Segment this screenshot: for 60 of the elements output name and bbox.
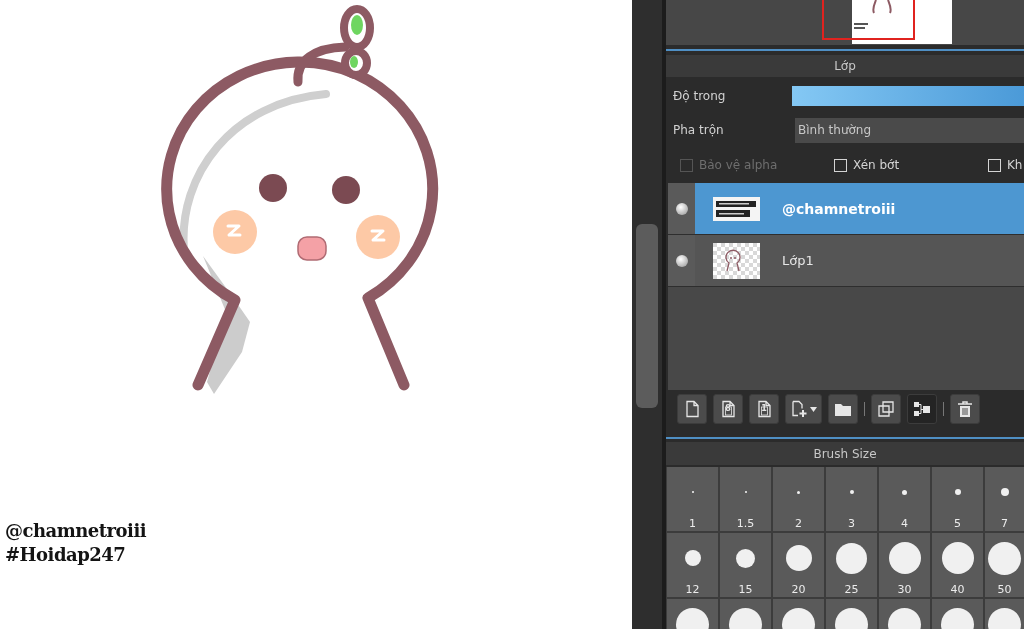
toolbar-button[interactable]	[871, 394, 901, 424]
brush-dot-icon	[902, 489, 907, 495]
blend-label: Pha trộn	[673, 123, 724, 137]
brush-size-preset[interactable]: 50	[985, 533, 1024, 597]
visibility-dot-icon[interactable]	[675, 254, 688, 267]
brush-dot-icon	[849, 490, 854, 494]
brush-size-preset[interactable]: 40	[932, 533, 983, 597]
layer-row[interactable]: Lớp1	[668, 235, 1024, 287]
page-plus-icon	[790, 400, 808, 418]
toolbar-button[interactable]	[907, 394, 937, 424]
brush-dot-icon	[1000, 488, 1009, 496]
brush-size-preset[interactable]: 4	[879, 467, 930, 531]
visibility-dot-icon[interactable]	[675, 202, 688, 215]
duplicate-icon	[877, 400, 895, 418]
caret-icon	[810, 406, 817, 412]
checkbox-label: Kh	[1007, 158, 1023, 172]
scrollbar-thumb[interactable]	[636, 224, 658, 408]
viewport-frame[interactable]	[822, 0, 915, 40]
brush-size-preset[interactable]: 15	[720, 533, 771, 597]
toolbar-button[interactable]: 8	[713, 394, 743, 424]
brush-dot-icon	[736, 548, 755, 568]
page-icon	[719, 400, 737, 418]
checkbox-label: Xén bớt	[853, 158, 900, 172]
merge-icon	[913, 400, 931, 418]
brush-size-preset[interactable]: 7	[985, 467, 1024, 531]
trash-icon	[956, 400, 974, 418]
brush-size-preset[interactable]: 1	[667, 467, 718, 531]
page-icon	[755, 400, 773, 418]
signature-text: #Hoidap247	[5, 543, 126, 567]
toolbar-button[interactable]	[828, 394, 858, 424]
brush-size-preset[interactable]: 2	[773, 467, 824, 531]
brush-size-preset[interactable]: 1.5	[720, 467, 771, 531]
panel-header: Brush Size	[666, 442, 1024, 465]
checkbox-label: Bảo vệ alpha	[699, 158, 778, 172]
brush-dot-icon	[954, 489, 961, 495]
brush-dot-icon	[785, 545, 812, 571]
brush-dot-icon	[836, 542, 867, 574]
page-icon	[683, 400, 701, 418]
brush-size-preset[interactable]: 20	[773, 533, 824, 597]
panel-header: Lớp	[666, 55, 1024, 77]
brush-size-preset[interactable]: 3	[826, 467, 877, 531]
brush-dot-icon	[797, 490, 800, 494]
brush-dot-icon	[684, 550, 701, 566]
toolbar-button[interactable]	[785, 394, 822, 424]
layer-thumbnail	[713, 242, 760, 279]
brush-size-preset[interactable]: 12	[667, 533, 718, 597]
brush-size-preset[interactable]: 5	[932, 467, 983, 531]
toolbar-button[interactable]	[950, 394, 980, 424]
opacity-slider[interactable]	[792, 86, 1024, 106]
brush-dot-icon	[888, 542, 921, 574]
toolbar-button[interactable]: 1	[749, 394, 779, 424]
opacity-label: Độ trong	[673, 89, 726, 103]
blend-mode-dropdown[interactable]: Bình thường	[795, 117, 1024, 143]
layer-row[interactable]: @chamnetroiii	[668, 183, 1024, 235]
brush-dot-icon	[941, 542, 974, 574]
signature-text: @chamnetroiii	[5, 519, 147, 543]
brush-dot-icon	[988, 541, 1021, 575]
brush-size-preset[interactable]: 30	[879, 533, 930, 597]
brush-size-preset[interactable]: 25	[826, 533, 877, 597]
toolbar-button[interactable]	[677, 394, 707, 424]
